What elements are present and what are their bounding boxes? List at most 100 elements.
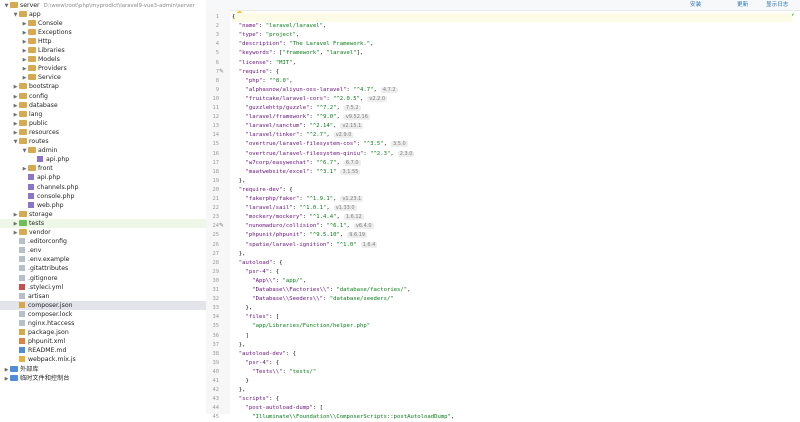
tree-file[interactable]: .gitattributes bbox=[0, 264, 206, 273]
tree-file[interactable]: api.php bbox=[0, 155, 206, 164]
code-line[interactable]: "alphasnow/aliyun-oss-laravel": "^4.7", 4… bbox=[232, 86, 398, 95]
tree-folder[interactable]: ▶ Service bbox=[0, 73, 206, 82]
code-line[interactable]: "Tests\\": "tests/" bbox=[232, 368, 316, 377]
code-line[interactable]: "psr-4": { bbox=[232, 359, 279, 368]
tree-file[interactable]: api.php bbox=[0, 173, 206, 182]
code-line[interactable]: "description": "The Laravel Framework.", bbox=[232, 40, 374, 49]
tree-file[interactable]: package.json bbox=[0, 328, 206, 337]
tree-file[interactable]: phpunit.xml bbox=[0, 337, 206, 346]
code-line[interactable]: "laravel/framework": "^9.0", v9.52.16 bbox=[232, 113, 370, 122]
code-line[interactable]: "fruitcake/laravel-cors": "^2.0.5", v2.2.… bbox=[232, 95, 388, 104]
code-line[interactable]: "phpunit/phpunit": "^9.5.10", 9.6.19 bbox=[232, 231, 368, 240]
code-line[interactable]: "Database\\Seeders\\": "database/seeders… bbox=[232, 295, 393, 304]
tree-folder[interactable]: ▼ admin bbox=[0, 146, 206, 155]
update-button[interactable]: 更新 bbox=[737, 1, 748, 9]
code-line[interactable]: "psr-4": { bbox=[232, 268, 279, 277]
tree-folder[interactable]: ▶ tests bbox=[0, 218, 206, 228]
code-line[interactable]: "Database\\Factories\\": "database/facto… bbox=[232, 286, 410, 295]
tree-folder[interactable]: ▶ Libraries bbox=[0, 46, 206, 55]
code-line[interactable]: }, bbox=[232, 304, 252, 313]
tree-folder[interactable]: ▶ lang bbox=[0, 110, 206, 119]
code-line[interactable]: "keywords": ["framework", "laravel"], bbox=[232, 49, 364, 58]
code-line[interactable]: "mockery/mockery": "^1.4.4", 1.6.12 bbox=[232, 213, 364, 222]
tree-folder[interactable]: ▶ Models bbox=[0, 55, 206, 64]
tree-folder[interactable]: ▶ Http bbox=[0, 37, 206, 46]
code-line[interactable]: }, bbox=[232, 386, 246, 395]
code-line[interactable]: "App\\": "app/", bbox=[232, 277, 306, 286]
tree-file[interactable]: .env bbox=[0, 246, 206, 255]
code-line[interactable]: "spatie/laravel-ignition": "^1.0" 1.6.4 bbox=[232, 241, 378, 250]
tree-folder[interactable]: ▶ storage bbox=[0, 210, 206, 219]
code-line[interactable]: "laravel/tinker": "^2.7", v2.9.0 bbox=[232, 131, 354, 140]
tree-file[interactable]: webpack.mix.js bbox=[0, 355, 206, 364]
tree-folder[interactable]: ▼ server D:\www\root\php\myprodict\laravel… bbox=[0, 1, 206, 10]
code-line[interactable]: "overtrue/laravel-filesystem-cos": "^3.5… bbox=[232, 140, 408, 149]
code-line[interactable]: "files": [ bbox=[232, 313, 279, 322]
code-line[interactable]: "laravel/sanctum": "^2.14", v2.15.1 bbox=[232, 122, 364, 131]
tree-folder[interactable]: ▶ front bbox=[0, 164, 206, 173]
tree-file[interactable]: composer.lock bbox=[0, 310, 206, 319]
tree-folder[interactable]: ▶ vendor bbox=[0, 228, 206, 237]
code-line[interactable]: "license": "MIT", bbox=[232, 59, 296, 68]
code-line[interactable]: "require": { bbox=[232, 68, 279, 77]
code-line[interactable]: "require-dev": { bbox=[232, 186, 293, 195]
code-line[interactable]: ] bbox=[232, 332, 248, 341]
tree-file[interactable]: channels.php bbox=[0, 183, 206, 192]
tree-folder[interactable]: ▶ Providers bbox=[0, 64, 206, 73]
install-button[interactable]: 安装 bbox=[690, 1, 701, 9]
tree-file[interactable]: nginx.htaccess bbox=[0, 319, 206, 328]
tree-file[interactable]: composer.json bbox=[0, 300, 206, 310]
show-log-button[interactable]: 显示日志 bbox=[766, 1, 788, 9]
tree-folder[interactable]: ▶ Exceptions bbox=[0, 28, 206, 37]
code-line[interactable]: "overtrue/laravel-filesystem-qiniu": "^2… bbox=[232, 150, 415, 159]
tree-file[interactable]: README.md bbox=[0, 346, 206, 355]
tree-item-label: lang bbox=[29, 110, 43, 118]
code-line[interactable]: "w7corp/easywechat": "^6.7", 6.7.0 bbox=[232, 159, 361, 168]
code-line[interactable]: } bbox=[232, 377, 248, 386]
wrench-icon[interactable]: ✎ bbox=[219, 222, 225, 229]
code-line[interactable]: }, bbox=[232, 177, 246, 186]
code-line[interactable]: "fakerphp/faker": "^1.9.1", v1.23.1 bbox=[232, 195, 364, 204]
code-line[interactable]: "php": "^8.0", bbox=[232, 77, 292, 86]
tree-file[interactable]: artisan bbox=[0, 292, 206, 301]
tree-folder[interactable]: ▶ Console bbox=[0, 19, 206, 28]
line-number: 9 bbox=[215, 86, 219, 93]
code-line[interactable]: { bbox=[232, 13, 792, 22]
installed-version-hint: v9.52.16 bbox=[343, 114, 370, 121]
code-line[interactable]: "app/Libraries/Function/helper.php" bbox=[232, 322, 370, 331]
chevron-right-icon[interactable]: ▶ bbox=[3, 375, 10, 384]
wrench-icon[interactable]: ✎ bbox=[219, 68, 225, 75]
tree-folder[interactable]: ▶ 外部库 bbox=[0, 365, 206, 374]
tree-folder[interactable]: ▶ config bbox=[0, 92, 206, 101]
line-number: 2 bbox=[215, 23, 219, 30]
code-line[interactable]: "laravel/sail": "^1.0.1", v1.33.0 bbox=[232, 204, 357, 213]
code-line[interactable]: "autoload": { bbox=[232, 259, 283, 268]
line-number: 23 bbox=[212, 214, 220, 221]
tree-folder[interactable]: ▶ resources bbox=[0, 128, 206, 137]
code-line[interactable]: "name": "laravel/laravel", bbox=[232, 22, 327, 31]
tree-folder[interactable]: ▶ 临时文件和控制台 bbox=[0, 374, 206, 384]
tree-folder[interactable]: ▶ public bbox=[0, 119, 206, 128]
tree-file[interactable]: .gitignore bbox=[0, 274, 206, 283]
tree-folder[interactable]: ▶ bootstrap bbox=[0, 82, 206, 91]
code-line[interactable]: }, bbox=[232, 250, 246, 259]
tree-folder[interactable]: ▼ routes bbox=[0, 137, 206, 146]
tree-file[interactable]: web.php bbox=[0, 201, 206, 210]
tree-item-label: bootstrap bbox=[29, 83, 59, 91]
code-line[interactable]: "type": "project", bbox=[232, 31, 300, 40]
tree-item-label: web.php bbox=[37, 201, 64, 209]
tree-folder[interactable]: ▶ database bbox=[0, 101, 206, 110]
code-line[interactable]: "nunomaduro/collision": "^6.1", v6.4.0 bbox=[232, 222, 374, 231]
tree-file[interactable]: console.php bbox=[0, 192, 206, 201]
code-line[interactable]: "post-autoload-dump": [ bbox=[232, 404, 322, 413]
code-line[interactable]: "scripts": { bbox=[232, 395, 279, 404]
code-line[interactable]: "Illuminate\\Foundation\\ComposerScripts… bbox=[232, 413, 454, 422]
code-line[interactable]: "maatwebsite/excel": "^3.1" 3.1.55 bbox=[232, 168, 361, 177]
tree-file[interactable]: .styleci.yml bbox=[0, 283, 206, 292]
code-line[interactable]: "autoload-dev": { bbox=[232, 350, 296, 359]
code-line[interactable]: "guzzlehttp/guzzle": "^7.2", 7.5.2 bbox=[232, 104, 361, 113]
tree-file[interactable]: .editorconfig bbox=[0, 237, 206, 246]
code-line[interactable]: }, bbox=[232, 341, 246, 350]
tree-folder[interactable]: ▼ app bbox=[0, 10, 206, 19]
tree-file[interactable]: .env.example bbox=[0, 255, 206, 264]
